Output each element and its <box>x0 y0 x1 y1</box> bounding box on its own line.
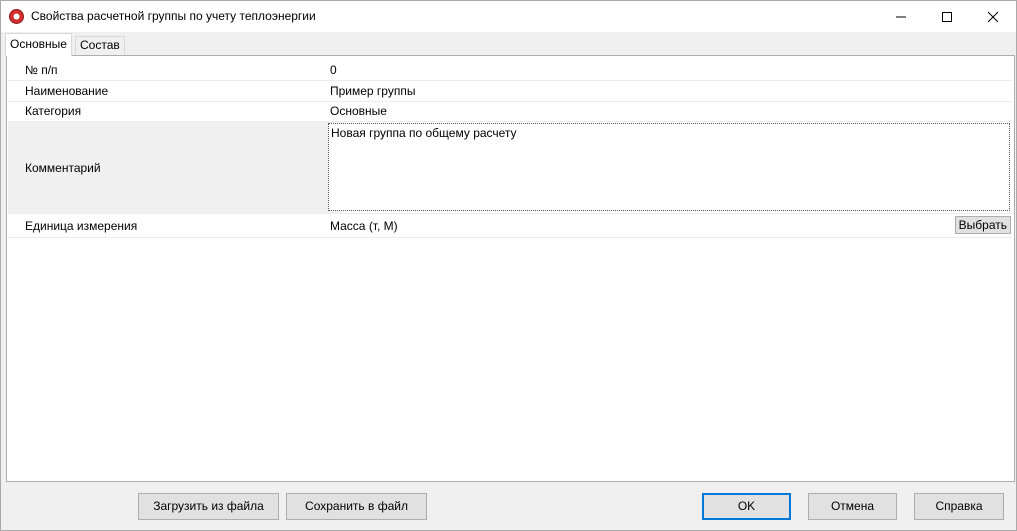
comment-label: Комментарий <box>8 122 343 213</box>
help-button[interactable]: Справка <box>914 493 1004 520</box>
property-row-comment: Комментарий Новая группа по общему расче… <box>8 122 1012 214</box>
close-button[interactable] <box>970 1 1016 32</box>
window-title: Свойства расчетной группы по учету тепло… <box>31 9 316 23</box>
maximize-button[interactable] <box>924 1 970 32</box>
minimize-button[interactable] <box>878 1 924 32</box>
number-value[interactable]: 0 <box>330 60 337 80</box>
load-from-file-button[interactable]: Загрузить из файла <box>138 493 279 520</box>
property-row-category: Категория Основные <box>8 101 1012 122</box>
property-row-unit: Единица измерения Масса (т, М) Выбрать <box>8 214 1012 238</box>
number-label: № п/п <box>25 63 58 77</box>
tab-composition[interactable]: Состав <box>75 36 125 54</box>
category-label: Категория <box>25 104 82 118</box>
choose-unit-button[interactable]: Выбрать <box>954 216 1011 234</box>
tab-main[interactable]: Основные <box>5 33 72 56</box>
unit-value[interactable]: Масса (т, М) <box>330 214 398 237</box>
save-to-file-button[interactable]: Сохранить в файл <box>286 493 427 520</box>
minimize-icon <box>896 16 906 18</box>
maximize-icon <box>942 12 952 22</box>
ok-button[interactable]: OK <box>702 493 791 520</box>
tab-strip: Основные Состав <box>1 32 1016 56</box>
properties-grid: № п/п 0 Наименование Пример группы Катег… <box>6 55 1015 482</box>
unit-label: Единица измерения <box>25 218 138 233</box>
property-row-name: Наименование Пример группы <box>8 81 1012 102</box>
app-icon <box>9 9 24 24</box>
title-bar: Свойства расчетной группы по учету тепло… <box>1 1 1016 32</box>
property-row-number: № п/п 0 <box>8 60 1012 81</box>
comment-textarea[interactable]: Новая группа по общему расчету <box>328 123 1010 211</box>
cancel-button[interactable]: Отмена <box>808 493 897 520</box>
category-value[interactable]: Основные <box>330 101 387 121</box>
close-icon <box>987 11 999 23</box>
name-label: Наименование <box>25 84 109 98</box>
properties-dialog: Свойства расчетной группы по учету тепло… <box>0 0 1017 531</box>
name-value[interactable]: Пример группы <box>330 81 415 101</box>
